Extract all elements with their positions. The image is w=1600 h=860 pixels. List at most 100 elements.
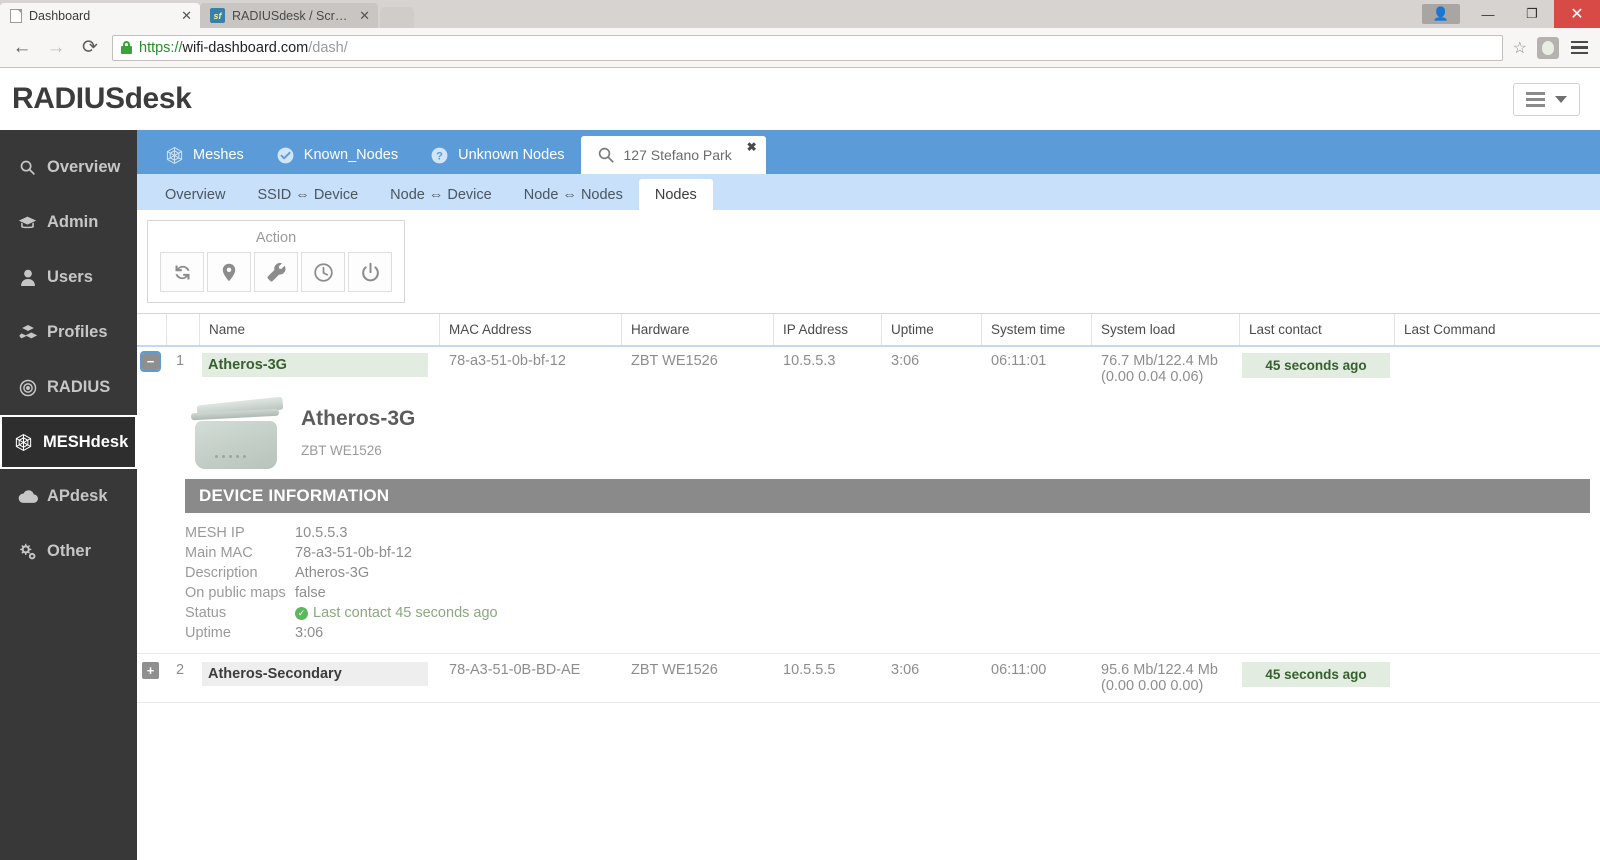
power-icon[interactable]	[348, 252, 392, 292]
row-hardware: ZBT WE1526	[631, 662, 718, 678]
tab-unknown-nodes[interactable]: ? Unknown Nodes	[414, 136, 580, 174]
url-path: /dash/	[308, 39, 348, 56]
device-detail-titles: Atheros-3G ZBT WE1526	[301, 397, 415, 458]
address-bar[interactable]: https://wifi-dashboard.com/dash/	[112, 34, 1503, 61]
subtab-node-device[interactable]: Node ⇔ Device	[374, 179, 508, 210]
sidebar-item-meshdesk[interactable]: MESHdesk	[0, 415, 137, 469]
row-name: Atheros-Secondary	[202, 662, 428, 686]
search-icon	[17, 159, 38, 176]
new-tab-button[interactable]	[380, 7, 414, 28]
tab-known-nodes[interactable]: Known_Nodes	[260, 136, 414, 174]
sidebar-item-apdesk[interactable]: APdesk	[0, 469, 137, 524]
row-collapse-button[interactable]: −	[140, 351, 161, 372]
row-expand-button[interactable]: +	[142, 662, 159, 679]
back-icon[interactable]: ←	[10, 36, 34, 60]
sidebar-item-overview[interactable]: Overview	[0, 140, 137, 195]
close-icon[interactable]: ✖	[747, 140, 757, 154]
subtab-ssid-device[interactable]: SSID ⇔ Device	[241, 179, 374, 210]
detail-row: On public maps false	[185, 583, 1600, 603]
browser-tab-dashboard[interactable]: Dashboard ✕	[0, 3, 200, 28]
search-icon	[597, 146, 615, 164]
row-number: 1	[176, 353, 185, 369]
col-mac-address[interactable]: MAC Address	[440, 314, 622, 345]
detail-row-status: Status ✓ Last contact 45 seconds ago	[185, 603, 1600, 623]
profile-icon[interactable]: 👤	[1422, 4, 1460, 24]
question-circle-icon: ?	[430, 146, 449, 165]
detail-row: MESH IP 10.5.5.3	[185, 523, 1600, 543]
browser-tab-radiusdesk[interactable]: sf RADIUSdesk / Screenshot ✕	[200, 3, 378, 28]
row-ip-address: 10.5.5.3	[783, 353, 836, 369]
tab-127-stefano-park[interactable]: 127 Stefano Park ✖	[580, 136, 766, 174]
sidebar-item-radius[interactable]: RADIUS	[0, 360, 137, 415]
detail-value: false	[295, 585, 326, 601]
detail-key: Description	[185, 565, 258, 581]
sidebar-item-label: Overview	[47, 158, 121, 176]
minimize-button[interactable]: —	[1466, 1, 1510, 27]
device-name: Atheros-3G	[301, 407, 416, 430]
browser-tabstrip: Dashboard ✕ sf RADIUSdesk / Screenshot ✕…	[0, 0, 1600, 28]
subtab-overview[interactable]: Overview	[149, 179, 241, 210]
window-controls: 👤 — ❐ ✕	[1422, 0, 1600, 28]
bookmark-star-icon[interactable]: ☆	[1513, 38, 1527, 58]
map-marker-icon[interactable]	[207, 252, 251, 292]
tab-meshes[interactable]: Meshes	[149, 136, 260, 174]
clock-icon[interactable]	[301, 252, 345, 292]
chrome-menu-icon[interactable]	[1569, 39, 1590, 57]
device-detail-header: Atheros-3G ZBT WE1526	[137, 396, 1600, 469]
browser-tab-title: Dashboard	[29, 8, 91, 23]
device-information-list: MESH IP 10.5.5.3 Main MAC 78-a3-51-0b-bf…	[185, 523, 1600, 643]
col-system-time[interactable]: System time	[982, 314, 1092, 345]
action-panel: Action	[147, 220, 405, 303]
detail-value: 3:06	[295, 625, 324, 641]
row-system-time: 06:11:00	[991, 662, 1047, 678]
browser-tab-title: RADIUSdesk / Screenshot	[232, 8, 352, 23]
row-hardware: ZBT WE1526	[631, 353, 718, 369]
detail-status-text: Last contact 45 seconds ago	[313, 605, 498, 621]
app-brand: RADIUSdesk	[12, 82, 192, 115]
detail-key: Main MAC	[185, 545, 253, 561]
col-hardware[interactable]: Hardware	[622, 314, 774, 345]
table-row[interactable]: + 2 Atheros-Secondary 78-A3-51-0B-BD-AE …	[137, 653, 1600, 703]
wrench-icon[interactable]	[254, 252, 298, 292]
row-system-load-averages: (0.00 0.04 0.06)	[1101, 369, 1204, 385]
status-badge: 45 seconds ago	[1242, 662, 1390, 687]
col-system-load[interactable]: System load	[1092, 314, 1240, 345]
sidebar-item-label: Other	[47, 542, 92, 560]
url-scheme: https://	[139, 39, 183, 56]
col-name[interactable]: Name	[200, 314, 440, 345]
col-ip-address[interactable]: IP Address	[774, 314, 882, 345]
chevron-down-icon	[1555, 95, 1567, 103]
refresh-icon[interactable]	[160, 252, 204, 292]
window-close-button[interactable]: ✕	[1554, 0, 1600, 28]
sidebar-item-profiles[interactable]: Profiles	[0, 305, 137, 360]
reload-icon[interactable]: ⟳	[78, 36, 102, 60]
table-row[interactable]: − 1 Atheros-3G 78-a3-51-0b-bf-12 ZBT WE1…	[137, 347, 1600, 385]
tab-label: Known_Nodes	[303, 147, 399, 163]
close-icon[interactable]: ✕	[181, 9, 192, 22]
sidebar-item-label: MESHdesk	[43, 432, 129, 451]
sidebar-item-label: Users	[47, 268, 93, 286]
row-mac-address: 78-A3-51-0B-BD-AE	[449, 662, 581, 678]
sidebar-item-users[interactable]: Users	[0, 250, 137, 305]
close-icon[interactable]: ✕	[359, 9, 370, 22]
url-text: https://wifi-dashboard.com/dash/	[139, 40, 348, 56]
col-last-command[interactable]: Last Command	[1395, 314, 1600, 345]
detail-row: Uptime 3:06	[185, 623, 1600, 643]
app-header: RADIUSdesk	[0, 68, 1600, 130]
subtab-nodes[interactable]: Nodes	[638, 179, 713, 210]
forward-icon[interactable]: →	[44, 36, 68, 60]
nodes-table: Name MAC Address Hardware IP Address Upt…	[137, 313, 1600, 703]
detail-value: Atheros-3G	[295, 565, 370, 581]
maximize-button[interactable]: ❐	[1510, 1, 1554, 27]
sidebar-item-label: Admin	[47, 213, 99, 231]
action-button-group	[148, 252, 404, 302]
col-last-contact[interactable]: Last contact	[1240, 314, 1395, 345]
sidebar-item-admin[interactable]: Admin	[0, 195, 137, 250]
mesh-icon	[13, 433, 34, 452]
col-uptime[interactable]: Uptime	[882, 314, 982, 345]
hamburger-icon	[1526, 91, 1545, 107]
header-menu-button[interactable]	[1513, 82, 1580, 116]
sidebar-item-other[interactable]: Other	[0, 524, 137, 579]
subtab-node-nodes[interactable]: Node ⇔ Nodes	[508, 179, 639, 210]
extension-icon[interactable]	[1537, 36, 1559, 59]
